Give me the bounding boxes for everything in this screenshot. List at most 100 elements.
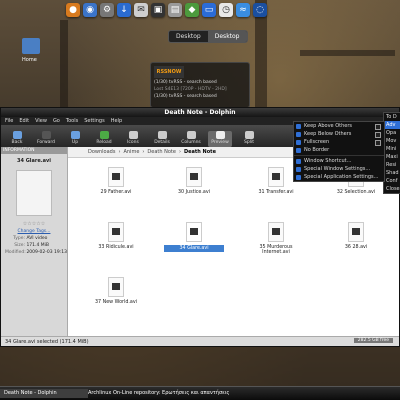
- file-name: 29 Father.avi: [100, 190, 132, 195]
- file-name: 34 Glare.avi: [164, 245, 224, 252]
- file-preview-icon: [16, 170, 52, 216]
- split-icon: [244, 131, 254, 139]
- desktop-2-button[interactable]: Desktop: [207, 31, 247, 42]
- task-browser[interactable]: Archlinux On-Line repository: Ερωτήσεις …: [84, 389, 267, 398]
- context-menu-item[interactable]: Keep Above Others: [294, 122, 384, 130]
- taskbar: Death Note - Dolphin Archlinux On-Line r…: [0, 386, 400, 400]
- window-menu-item[interactable]: Opa: [384, 129, 400, 137]
- menu-item-icon: [296, 175, 301, 180]
- status-bar: 34 Glare.avi selected (171.4 MiB) 282.5 …: [1, 336, 399, 346]
- file-item[interactable]: 33 Ridicule.avi: [86, 222, 146, 250]
- video-file-icon: [108, 222, 124, 242]
- context-menu-item[interactable]: Fullscreen: [294, 138, 384, 146]
- breadcrumb-item[interactable]: Death Note: [147, 149, 176, 155]
- menu-item-icon: [296, 167, 301, 172]
- window-menu-item[interactable]: Resi: [384, 161, 400, 169]
- information-panel: INFORMATION 34 Glare.avi ☆☆☆☆☆ Change Ta…: [1, 147, 68, 337]
- context-menu-item[interactable]: Special Application Settings...: [294, 173, 384, 181]
- menu-item-icon: [296, 132, 301, 137]
- back-button[interactable]: Back: [5, 131, 29, 147]
- context-menu-item[interactable]: Special Window Settings...: [294, 165, 384, 173]
- change-tags-link[interactable]: Change Tags...: [1, 229, 67, 234]
- window-menu-item[interactable]: Conf: [384, 177, 400, 185]
- window-menu-item[interactable]: Mov: [384, 137, 400, 145]
- rss-item-sub: Lost S4E13 [720P - HDTV - 2HD]: [154, 87, 227, 92]
- menu-help[interactable]: Help: [111, 118, 122, 124]
- menu-settings[interactable]: Settings: [84, 118, 105, 124]
- context-menu-item[interactable]: Keep Below Others: [294, 130, 384, 138]
- firefox-icon[interactable]: ◉: [83, 3, 97, 17]
- file-item[interactable]: 29 Father.avi: [86, 167, 146, 195]
- info-size-row: Size: 171.4 MiB: [14, 243, 49, 248]
- back-arrow-icon: [12, 131, 22, 139]
- file-name: 33 Ridicule.avi: [98, 245, 134, 250]
- window-menu-item[interactable]: Close: [384, 185, 400, 193]
- rating-stars[interactable]: ☆☆☆☆☆: [1, 221, 67, 227]
- download-icon[interactable]: ↓: [117, 3, 131, 17]
- info-type-row: Type: AVI video: [13, 236, 48, 241]
- menu-edit[interactable]: Edit: [19, 118, 29, 124]
- terminal-icon[interactable]: ▣: [151, 3, 165, 17]
- menu-tools[interactable]: Tools: [66, 118, 78, 124]
- menu-item-icon: [296, 159, 301, 164]
- wifi-icon[interactable]: ≈: [236, 3, 250, 17]
- breadcrumb-current[interactable]: Death Note: [184, 149, 216, 155]
- video-file-icon: [268, 167, 284, 187]
- window-title: Death Note - Dolphin: [164, 109, 236, 116]
- package-icon[interactable]: ◆: [185, 3, 199, 17]
- rss-item-title[interactable]: (1/30) tvRSS - search based: [154, 80, 246, 85]
- window-menu-item[interactable]: Mini: [384, 145, 400, 153]
- reload-icon: [99, 131, 109, 139]
- window-menu-item[interactable]: Adv: [384, 121, 400, 129]
- preview-button[interactable]: Preview: [208, 131, 232, 147]
- rss-item-title[interactable]: (1/30) tvRSS - search based: [154, 94, 246, 99]
- window-menu-item[interactable]: Maxi: [384, 153, 400, 161]
- context-menu-item[interactable]: No Border: [294, 146, 384, 154]
- video-file-icon: [108, 167, 124, 187]
- desktop-1-button[interactable]: Desktop: [169, 31, 208, 42]
- info-file-name: 34 Glare.avi: [17, 158, 51, 164]
- home-folder-icon[interactable]: [22, 38, 40, 54]
- file-name: 32 Selection.avi: [336, 190, 376, 195]
- information-header: INFORMATION: [1, 147, 67, 154]
- rss-logo: RSSNOW: [154, 66, 184, 78]
- columns-view-icon: [186, 131, 196, 139]
- breadcrumb-item[interactable]: Downloads: [88, 149, 115, 155]
- file-item[interactable]: 30 Justice.avi: [164, 167, 224, 195]
- details-view-button[interactable]: Details: [150, 131, 174, 147]
- clock-icon[interactable]: ◷: [219, 3, 233, 17]
- window-menu-item[interactable]: Shad: [384, 169, 400, 177]
- mail-icon[interactable]: ✉: [134, 3, 148, 17]
- breadcrumb-item[interactable]: Anime: [123, 149, 139, 155]
- columns-view-button[interactable]: Columns: [179, 131, 203, 147]
- image-icon[interactable]: ▤: [168, 3, 182, 17]
- home-label: Home: [22, 57, 37, 63]
- file-item[interactable]: 37 New World.avi: [86, 277, 146, 305]
- free-space-indicator: 282.5 GB free: [353, 338, 393, 343]
- rss-widget: RSSNOW (1/30) tvRSS - search based Lost …: [150, 62, 250, 108]
- forward-button[interactable]: Forward: [34, 131, 58, 147]
- up-arrow-icon: [70, 131, 80, 139]
- window-titlebar[interactable]: Death Note - Dolphin: [1, 108, 399, 117]
- window-menu-item[interactable]: To D: [384, 113, 400, 121]
- dolphin-icon[interactable]: ●: [66, 3, 80, 17]
- monitor-icon[interactable]: ▭: [202, 3, 216, 17]
- split-button[interactable]: Split: [237, 131, 261, 147]
- status-text: 34 Glare.avi selected (171.4 MiB): [5, 338, 89, 345]
- forward-arrow-icon: [41, 131, 51, 139]
- system-icon[interactable]: ⚙: [100, 3, 114, 17]
- menu-view[interactable]: View: [35, 118, 47, 124]
- file-item[interactable]: 35 Murderous Internet.avi: [246, 222, 306, 255]
- reload-button[interactable]: Reload: [92, 131, 116, 147]
- task-dolphin[interactable]: Death Note - Dolphin: [0, 389, 88, 398]
- menu-go[interactable]: Go: [53, 118, 60, 124]
- globe-icon[interactable]: ◌: [253, 3, 267, 17]
- video-file-icon: [348, 222, 364, 242]
- context-menu-item[interactable]: Window Shortcut...: [294, 157, 384, 165]
- up-button[interactable]: Up: [63, 131, 87, 147]
- video-file-icon: [268, 222, 284, 242]
- menu-file[interactable]: File: [5, 118, 13, 124]
- file-item[interactable]: 34 Glare.avi: [164, 217, 224, 253]
- file-item[interactable]: 36 28.avi: [326, 222, 386, 250]
- icons-view-button[interactable]: Icons: [121, 131, 145, 147]
